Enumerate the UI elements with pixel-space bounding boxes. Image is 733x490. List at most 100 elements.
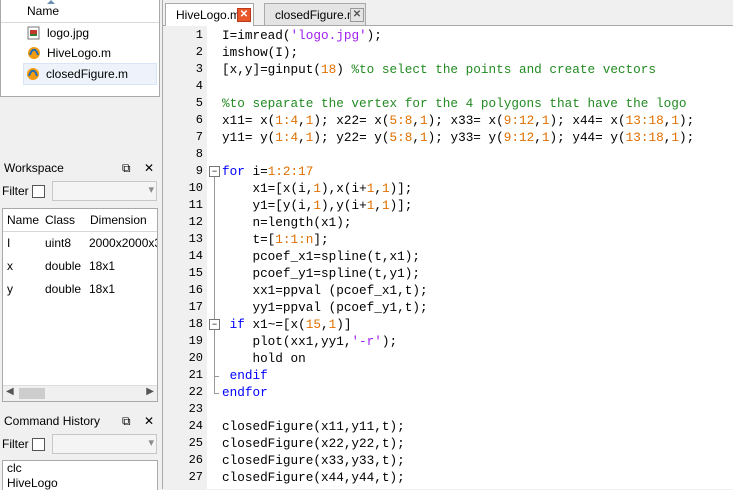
undock-icon[interactable]: ⧉ <box>122 161 131 175</box>
code-line[interactable]: I=imread('logo.jpg'); <box>222 27 382 44</box>
code-token: 'logo.jpg' <box>290 28 367 43</box>
code-token: 1:1:n <box>275 232 314 247</box>
code-token: %to select the points and create vectors <box>351 62 657 77</box>
workspace-filter: Filter ▾ <box>0 180 160 202</box>
code-token: 1 <box>381 181 390 196</box>
tab-hivelogo[interactable]: HiveLogo.m ✕ <box>165 3 254 26</box>
code-line[interactable]: endif <box>222 367 268 384</box>
code-token: plot(xx1,yy1, <box>222 334 352 349</box>
code-token: I=imread( <box>222 28 291 43</box>
code-token: , <box>534 113 542 128</box>
close-tab-icon[interactable]: ✕ <box>237 8 251 22</box>
code-line[interactable]: xx1=ppval (pcoef_x1,t); <box>222 282 427 299</box>
code-token: , <box>374 198 382 213</box>
code-line[interactable]: closedFigure(x44,y44,t); <box>222 469 405 486</box>
table-row[interactable]: y double 18x1 <box>3 278 157 301</box>
filter-select[interactable]: ▾ <box>52 434 157 454</box>
close-icon[interactable]: ✕ <box>144 414 154 428</box>
code-line[interactable]: closedFigure(x22,y22,t); <box>222 435 405 452</box>
code-token: pcoef_y1=spline(t,y1); <box>222 266 420 281</box>
fold-end-marker <box>214 376 219 377</box>
scroll-left-icon[interactable]: ◀ <box>6 386 14 397</box>
code-token: )]; <box>389 181 413 196</box>
filter-checkbox[interactable] <box>32 438 45 451</box>
scrollbar-thumb[interactable] <box>19 388 45 399</box>
var-name: I <box>7 236 11 250</box>
chevron-down-icon: ▾ <box>148 184 154 196</box>
code-line[interactable]: plot(xx1,yy1,'-r'); <box>222 333 397 350</box>
code-token: ); y22= y( <box>313 130 390 145</box>
code-token: closedFigure(x11,y11,t); <box>222 419 405 434</box>
code-line[interactable]: closedFigure(x11,y11,t); <box>222 418 405 435</box>
code-token: endfor <box>222 385 268 400</box>
code-token: hold on <box>222 351 306 366</box>
code-token: 13:18 <box>625 113 664 128</box>
code-token: ]; <box>313 232 329 247</box>
code-token: , <box>321 317 329 332</box>
scroll-right-icon[interactable]: ▶ <box>146 386 154 397</box>
tab-closedfigure[interactable]: closedFigure.m ✕ <box>264 3 366 25</box>
table-row[interactable]: I uint8 2000x2000x3 <box>3 232 157 255</box>
code-token: ); <box>678 130 695 145</box>
code-line[interactable]: y1=[y(i,1),y(i+1,1)]; <box>222 197 412 214</box>
file-item-logo[interactable]: logo.jpg <box>1 23 159 43</box>
code-line[interactable]: endfor <box>222 384 268 401</box>
column-class[interactable]: Class <box>45 209 75 231</box>
code-area[interactable]: I=imread('logo.jpg'); imshow(I); [x,y]=gin… <box>163 26 733 489</box>
code-line[interactable]: hold on <box>222 350 306 367</box>
code-line[interactable]: pcoef_y1=spline(t,y1); <box>222 265 420 282</box>
code-token: ); <box>678 113 695 128</box>
code-line[interactable]: %to separate the vertex for the 4 polygo… <box>222 95 686 112</box>
code-token: pcoef_x1=spline(t,x1); <box>222 249 420 264</box>
code-token: ); x33= x( <box>427 113 504 128</box>
command-history-titlebar: Command History ⧉ ✕ <box>0 410 160 432</box>
code-token: i= <box>244 164 268 179</box>
horizontal-scrollbar[interactable]: ◀ ▶ <box>3 385 157 401</box>
filter-checkbox[interactable] <box>32 185 45 198</box>
code-token: closedFigure(x22,y22,t); <box>222 436 405 451</box>
code-token: x11= x( <box>222 113 276 128</box>
close-icon[interactable]: ✕ <box>144 161 154 175</box>
file-item-label: HiveLogo.m <box>47 46 112 60</box>
fold-toggle-icon[interactable]: − <box>209 166 220 177</box>
code-token: ); x22= x( <box>313 113 390 128</box>
code-line[interactable]: [x,y]=ginput(18) %to select the points a… <box>222 61 656 78</box>
code-line[interactable]: if x1~=[x(15,1)] <box>222 316 352 333</box>
code-line[interactable]: t=[1:1:n]; <box>222 231 329 248</box>
list-item[interactable]: clc <box>3 461 157 476</box>
code-token: closedFigure(x44,y44,t); <box>222 470 405 485</box>
code-line[interactable]: closedFigure(x33,y33,t); <box>222 452 405 469</box>
column-dimension[interactable]: Dimension <box>90 209 147 231</box>
code-line[interactable]: pcoef_x1=spline(t,x1); <box>222 248 420 265</box>
code-token: 1:2:17 <box>267 164 314 179</box>
fold-toggle-icon[interactable]: − <box>209 319 220 330</box>
table-row[interactable]: x double 18x1 <box>3 255 157 278</box>
code-line[interactable]: imshow(I); <box>222 44 298 61</box>
column-name[interactable]: Name <box>7 209 39 231</box>
editor: HiveLogo.m ✕ closedFigure.m ✕ 1234567891… <box>162 0 733 489</box>
workspace-table-header: Name Class Dimension <box>3 209 157 232</box>
code-token: ); y44= y( <box>549 130 626 145</box>
file-item-hivelogo[interactable]: HiveLogo.m <box>1 43 159 63</box>
filter-select[interactable]: ▾ <box>52 181 157 201</box>
close-tab-icon[interactable]: ✕ <box>350 8 364 22</box>
code-line[interactable]: for i=1:2:17 <box>222 163 313 180</box>
code-token: 1 <box>671 113 679 128</box>
file-item-closedfigure[interactable]: closedFigure.m <box>23 63 157 85</box>
code-line[interactable]: y11= y(1:4,1); y22= y(5:8,1); y33= y(9:1… <box>222 129 694 146</box>
code-token: , <box>412 130 420 145</box>
code-token: 5:8 <box>389 113 413 128</box>
file-browser: Name logo.jpg HiveLogo.m closedFigure.m <box>0 0 160 97</box>
list-item[interactable]: HiveLogo <box>3 476 157 490</box>
matlab-script-icon <box>28 47 40 59</box>
fold-end-marker <box>214 393 219 394</box>
code-line[interactable]: yy1=ppval (pcoef_y1,t); <box>222 299 427 316</box>
code-token: 1 <box>420 113 428 128</box>
code-line[interactable]: n=length(x1); <box>222 214 351 231</box>
undock-icon[interactable]: ⧉ <box>122 414 131 428</box>
left-panel: Name logo.jpg HiveLogo.m closedFigure.m … <box>0 0 160 490</box>
code-line[interactable]: x11= x(1:4,1); x22= x(5:8,1); x33= x(9:1… <box>222 112 694 129</box>
file-browser-header[interactable]: Name <box>1 0 159 23</box>
code-line[interactable]: x1=[x(i,1),x(i+1,1)]; <box>222 180 412 197</box>
